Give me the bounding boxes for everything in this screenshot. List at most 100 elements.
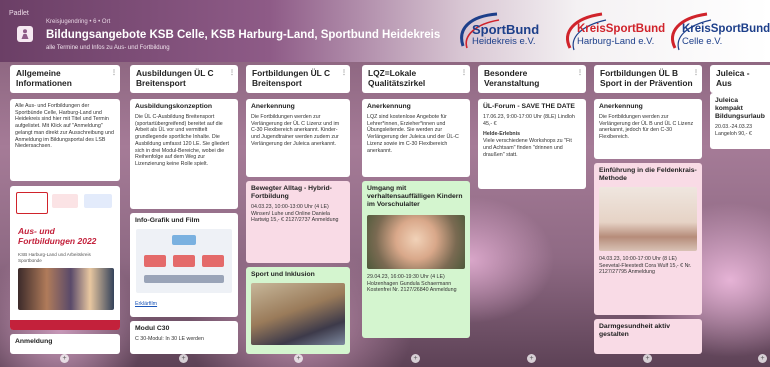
erklaerfilm-link[interactable]: Erklärfilm <box>135 301 157 308</box>
card-title: Info-Grafik und Film <box>135 217 200 224</box>
card-title: Anerkennung <box>251 103 295 110</box>
logo-line1: SportBund <box>472 22 540 37</box>
card-anerkennung[interactable]: Anerkennung Die Fortbildungen werden zur… <box>246 99 350 177</box>
column-title: Ausbildungen ÜL C Breitensport <box>136 68 214 88</box>
wheelchair-sport-photo <box>251 283 345 345</box>
column-title: Besondere Veranstaltung <box>484 68 540 88</box>
add-post-button[interactable]: + <box>294 354 303 363</box>
column-title: Fortbildungen ÜL B Sport in der Präventi… <box>600 68 693 88</box>
card-title: Einführung in die Feldenkrais-Methode <box>599 167 697 182</box>
graphic-box <box>173 255 195 267</box>
graphic-box <box>172 235 196 245</box>
card-text: Die ÜL C-Ausbildung Breitensport (sporta… <box>135 114 229 167</box>
card-text: Die Fortbildungen werden zur Verlängerun… <box>599 114 694 141</box>
graphic-box <box>144 275 224 283</box>
card-text: 04.03.23, 10:00-17:00 Uhr (8 LE) Seeveta… <box>599 256 692 276</box>
card-feldenkrais[interactable]: Einführung in die Feldenkrais-Methode 04… <box>594 163 702 315</box>
card-text: 20.03.-24.03.23 Langeloh 90,- € <box>715 124 753 137</box>
card-title: Anmeldung <box>15 338 53 345</box>
card-bewegter-alltag[interactable]: Bewegter Alltag - Hybrid-Fortbildung 04.… <box>246 181 350 263</box>
owner-label: Kreisjugendring • 6 • Ort <box>46 19 111 25</box>
column-header[interactable]: Fortbildungen ÜL C Breitensport ⋮ <box>246 65 350 93</box>
brochure-subtitle: KSB Harburg-Land und Arbeitskreis Sportb… <box>18 252 91 263</box>
card-ul-forum[interactable]: ÜL-Forum - SAVE THE DATE 17.06.23, 9:00-… <box>478 99 586 189</box>
logo-line2: Celle e.V. <box>682 36 723 47</box>
page-title: Bildungsangebote KSB Celle, KSB Harburg-… <box>46 29 441 41</box>
logo-thumbnail <box>84 194 112 208</box>
column-header[interactable]: LQZ=Lokale Qualitätszirkel ⋮ <box>362 65 470 93</box>
column-juleica: Juleica - Aus <box>710 65 770 93</box>
card-text: C 30-Modul: In 30 LE werden <box>135 336 204 342</box>
card-sport-inklusion[interactable]: Sport und Inklusion <box>246 267 350 354</box>
card-modul-c30[interactable]: Modul C30 C 30-Modul: In 30 LE werden <box>130 321 238 354</box>
more-icon[interactable]: ⋮ <box>341 68 347 78</box>
column-title: LQZ=Lokale Qualitätszirkel <box>368 68 426 88</box>
more-icon[interactable]: ⋮ <box>111 68 117 78</box>
card-subtitle: Helde-Erlebnis <box>483 131 521 138</box>
more-icon[interactable]: ⋮ <box>693 68 699 78</box>
column-header[interactable]: Ausbildungen ÜL C Breitensport ⋮ <box>130 65 238 93</box>
card-title: Bewegter Alltag - Hybrid-Fortbildung <box>251 185 332 200</box>
card-title: Juleica kompakt Bildungsurlaub <box>715 97 765 120</box>
info-graphic <box>136 229 232 293</box>
card-info[interactable]: Alle Aus- und Fortbildungen der Sportbün… <box>10 99 120 181</box>
yoga-photo <box>599 187 697 251</box>
column-ausbildungen: Ausbildungen ÜL C Breitensport ⋮ <box>130 65 238 93</box>
more-icon[interactable]: ⋮ <box>461 68 467 78</box>
card-umgang-kinder[interactable]: Umgang mit verhaltensauffälligen Kindern… <box>362 181 470 338</box>
breadcrumb[interactable]: Padlet <box>9 10 29 17</box>
logo-line2: Heidekreis e.V. <box>472 36 536 47</box>
page-subtitle: alle Termine und Infos zu Aus- und Fortb… <box>46 45 170 51</box>
column-besondere-veranstaltung: Besondere Veranstaltung ⋮ <box>478 65 586 93</box>
avatar[interactable] <box>17 26 33 42</box>
header: Padlet Kreisjugendring • 6 • Ort Bildung… <box>0 0 770 62</box>
card-brochure[interactable]: Aus- und Fortbildungen 2022 KSB Harburg-… <box>10 186 120 330</box>
card-title: Sport und Inklusion <box>251 271 315 278</box>
column-fortbildungen-ulc: Fortbildungen ÜL C Breitensport ⋮ <box>246 65 350 93</box>
card-title: Ausbildungskonzeption <box>135 103 213 110</box>
card-ausbildungskonzeption[interactable]: Ausbildungskonzeption Die ÜL C-Ausbildun… <box>130 99 238 209</box>
card-title: ÜL-Forum - SAVE THE DATE <box>483 103 575 110</box>
card-text: LQZ sind kostenlose Angebote für Lehrer*… <box>367 114 459 154</box>
card-title: Darmgesundheit aktiv gestalten <box>599 323 671 338</box>
column-fortbildungen-ulb: Fortbildungen ÜL B Sport in der Präventi… <box>594 65 702 93</box>
column-header[interactable]: Fortbildungen ÜL B Sport in der Präventi… <box>594 65 702 93</box>
column-lqz: LQZ=Lokale Qualitätszirkel ⋮ <box>362 65 470 93</box>
add-post-button[interactable]: + <box>179 354 188 363</box>
card-title: Anerkennung <box>367 103 411 110</box>
add-post-button[interactable]: + <box>411 354 420 363</box>
column-header[interactable]: Juleica - Aus <box>710 65 770 93</box>
logo-thumbnail <box>52 194 78 208</box>
person-icon <box>21 29 29 39</box>
card-darmgesundheit[interactable]: Darmgesundheit aktiv gestalten <box>594 319 702 354</box>
more-icon[interactable]: ⋮ <box>577 68 583 78</box>
add-post-button[interactable]: + <box>643 354 652 363</box>
card-title: Anerkennung <box>599 103 643 110</box>
card-text: Die Fortbildungen werden zur Verlängerun… <box>251 114 340 147</box>
card-lqz-anerkennung[interactable]: Anerkennung LQZ sind kostenlose Angebote… <box>362 99 470 177</box>
card-juleica-kompakt[interactable]: Juleica kompakt Bildungsurlaub 20.03.-24… <box>710 93 770 149</box>
graphic-box <box>144 255 166 267</box>
card-title: Modul C30 <box>135 325 170 332</box>
card-text: Viele verschiedene Workshops zu "Fit und… <box>483 138 572 158</box>
logo-line1: KreisSportBund <box>577 23 666 35</box>
column-allgemeine-informationen: Allgemeine Informationen ⋮ <box>10 65 120 93</box>
add-post-button[interactable]: + <box>60 354 69 363</box>
column-title: Allgemeine Informationen <box>16 68 72 88</box>
add-post-button[interactable]: + <box>758 354 767 363</box>
card-anmeldung[interactable]: Anmeldung <box>10 334 120 354</box>
column-header[interactable]: Allgemeine Informationen ⋮ <box>10 65 120 93</box>
card-title: Umgang mit verhaltensauffälligen Kindern… <box>367 185 463 208</box>
more-icon[interactable]: ⋮ <box>229 68 235 78</box>
logo-line1: KreisSportBund <box>682 23 770 35</box>
column-header[interactable]: Besondere Veranstaltung ⋮ <box>478 65 586 93</box>
logo-thumbnail <box>16 192 48 214</box>
card-text: Alle Aus- und Fortbildungen der Sportbün… <box>15 103 114 150</box>
add-post-button[interactable]: + <box>527 354 536 363</box>
card-ulb-anerkennung[interactable]: Anerkennung Die Fortbildungen werden zur… <box>594 99 702 159</box>
logo-line2: Harburg-Land e.V. <box>577 36 655 47</box>
child-photo <box>367 215 465 269</box>
card-text: 04.03.23, 10:00-13:00 Uhr (4 LE) Winsen/… <box>251 204 339 224</box>
brochure-footer <box>10 320 120 330</box>
card-info-grafik[interactable]: Info-Grafik und Film Erklärfilm <box>130 213 238 317</box>
